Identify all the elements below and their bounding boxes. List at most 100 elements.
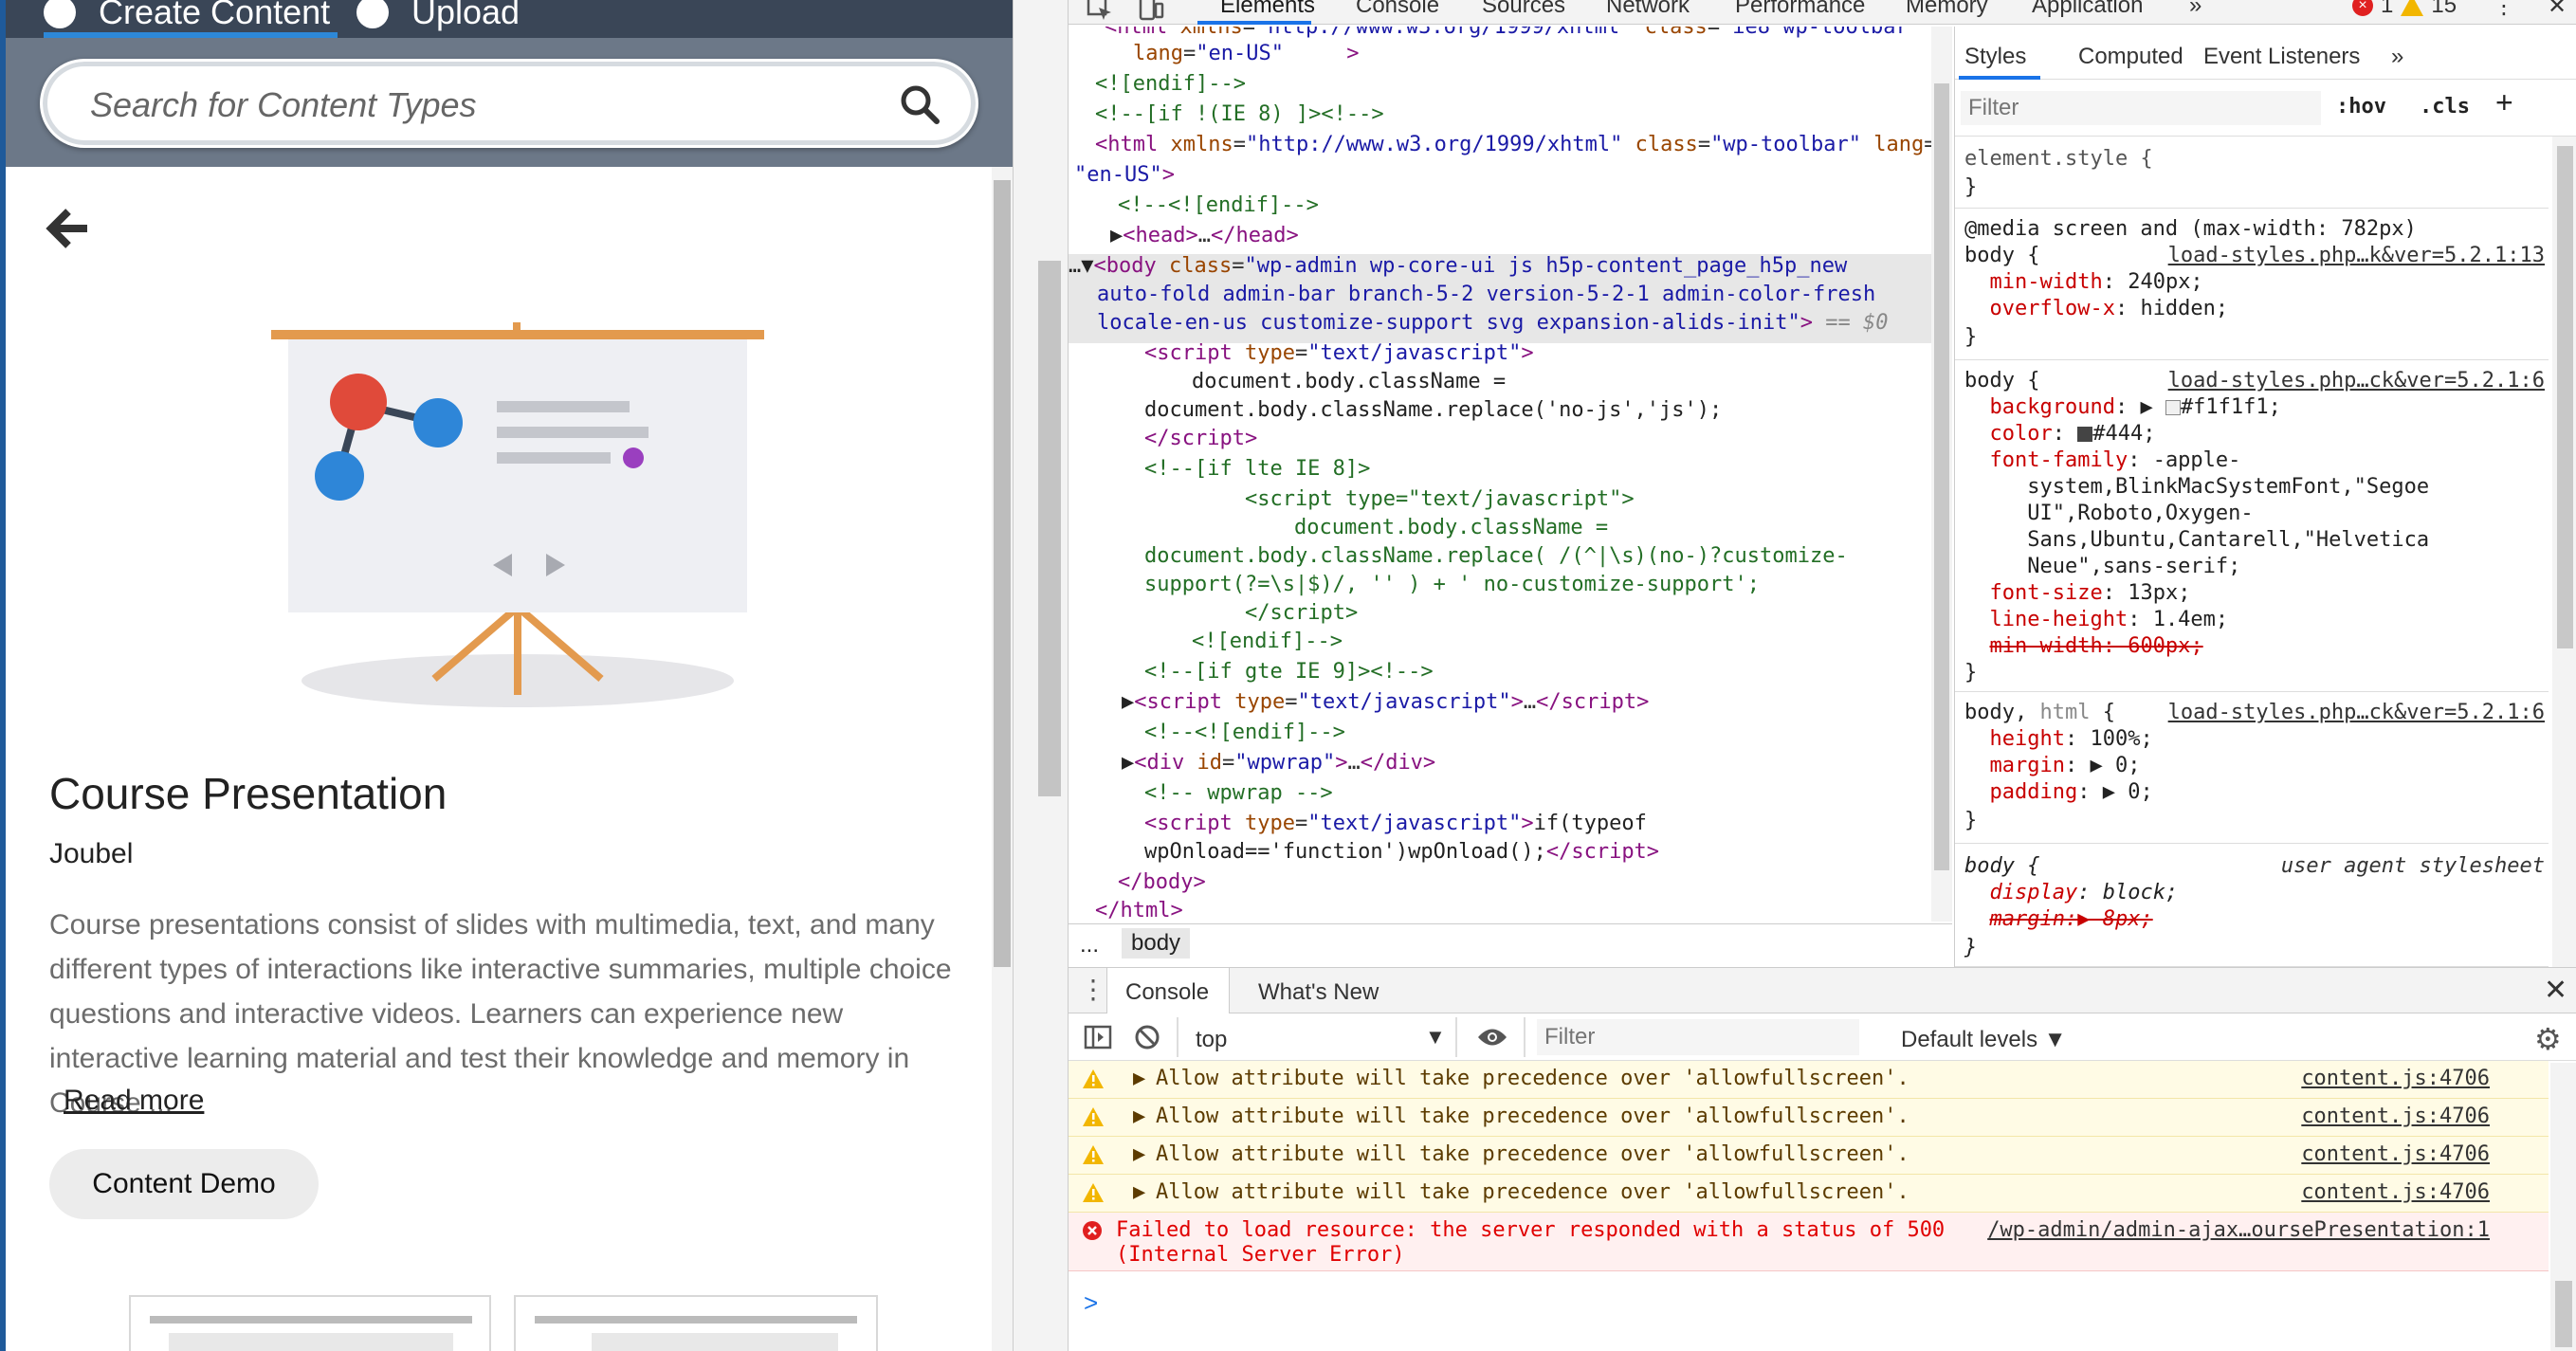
page-scrollbar[interactable] xyxy=(1013,0,1068,1351)
hov-toggle[interactable]: :hov xyxy=(2336,95,2386,119)
drawer-tab-console[interactable]: Console xyxy=(1125,979,1209,1006)
console-filter-input[interactable] xyxy=(1537,1019,1859,1055)
tab-memory[interactable]: Memory xyxy=(1906,0,1988,19)
screenshot-thumbnail[interactable] xyxy=(129,1295,491,1351)
dom-line[interactable]: "en-US"> xyxy=(1074,161,1175,190)
expand-triangle-icon[interactable]: ▶ xyxy=(1133,1142,1145,1166)
console-source-link[interactable]: content.js:4706 xyxy=(2301,1142,2490,1166)
dom-line[interactable]: <!-- wpwrap --> xyxy=(1144,779,1333,808)
tab-computed[interactable]: Computed xyxy=(2078,44,2183,70)
dom-line[interactable]: document.body.className.replace( /(^|\s)… xyxy=(1144,542,1848,571)
expand-triangle-icon[interactable]: ▶ xyxy=(1133,1105,1145,1128)
device-toolbar-icon[interactable] xyxy=(1137,0,1165,23)
dom-line[interactable]: </html> xyxy=(1095,897,1183,922)
dom-line[interactable]: <script type="text/javascript">if(typeof xyxy=(1144,810,1647,838)
dom-line[interactable]: ▶<div id="wpwrap">…</div> xyxy=(1122,749,1435,777)
back-arrow-icon[interactable] xyxy=(44,204,93,253)
dom-line[interactable]: <![endif]--> xyxy=(1095,70,1246,99)
sidebar-toggle-icon[interactable] xyxy=(1084,1025,1112,1050)
dom-line[interactable]: </script> xyxy=(1144,425,1257,453)
style-rule-element[interactable]: element.style { } xyxy=(1955,140,2549,209)
dom-line[interactable]: auto-fold admin-bar branch-5-2 version-5… xyxy=(1097,281,1875,309)
more-tabs-button[interactable]: » xyxy=(2391,44,2403,70)
scrollbar-thumb[interactable] xyxy=(2557,146,2573,648)
dom-line[interactable]: document.body.className.replace('no-js',… xyxy=(1144,396,1722,425)
cls-toggle[interactable]: .cls xyxy=(2420,95,2470,119)
content-demo-button[interactable]: Content Demo xyxy=(49,1149,319,1219)
dom-line-body-selected[interactable]: …▼<body class="wp-admin wp-core-ui js h5… xyxy=(1069,252,1847,281)
console-warning-message[interactable]: ▶ Allow attribute will take precedence ov… xyxy=(1069,1175,2549,1213)
dom-line[interactable]: ▶<script type="text/javascript">…</scrip… xyxy=(1122,688,1649,717)
dom-line[interactable]: <!--[if lte IE 8]> xyxy=(1144,455,1370,484)
dom-line[interactable]: <!--<![endif]--> xyxy=(1118,192,1319,220)
hub-scrollbar[interactable] xyxy=(992,167,1013,1351)
context-selector[interactable]: top xyxy=(1196,1027,1227,1053)
dom-line[interactable]: wpOnload=='function')wpOnload();</script… xyxy=(1144,838,1659,867)
console-source-link[interactable]: content.js:4706 xyxy=(2301,1067,2490,1090)
clear-console-icon[interactable] xyxy=(1133,1023,1161,1051)
console-warning-message[interactable]: ▶ Allow attribute will take precedence ov… xyxy=(1069,1061,2549,1099)
tab-network[interactable]: Network xyxy=(1606,0,1690,19)
drawer-tab-whats-new[interactable]: What's New xyxy=(1258,979,1379,1006)
style-rule-user-agent[interactable]: body {user agent stylesheet display: blo… xyxy=(1955,848,2549,967)
console-error-message[interactable]: Failed to load resource: the server resp… xyxy=(1069,1213,2549,1271)
scrollbar-thumb[interactable] xyxy=(2555,1281,2572,1347)
scrollbar-thumb[interactable] xyxy=(994,180,1011,967)
search-icon[interactable] xyxy=(896,81,945,130)
more-tabs-button[interactable]: » xyxy=(2189,0,2201,19)
new-rule-button[interactable]: + xyxy=(2495,85,2513,120)
console-source-link[interactable]: content.js:4706 xyxy=(2301,1105,2490,1128)
chevron-down-icon[interactable]: ▼ xyxy=(1425,1025,1446,1050)
styles-scrollbar[interactable] xyxy=(2552,137,2576,967)
dom-line[interactable]: support(?=\s|$)/, '' ) + ' no-customize-… xyxy=(1144,571,1760,599)
screenshot-thumbnail[interactable] xyxy=(514,1295,878,1351)
console-warning-message[interactable]: ▶ Allow attribute will take precedence ov… xyxy=(1069,1099,2549,1137)
dom-tree-scrollbar[interactable] xyxy=(1931,27,1952,922)
expand-triangle-icon[interactable]: ▶ xyxy=(1133,1180,1145,1204)
issue-counter[interactable]: × 1 15 xyxy=(2352,0,2457,19)
dom-line[interactable]: <html xmlns="http://www.w3.org/1999/xhtm… xyxy=(1095,131,1933,159)
tab-performance[interactable]: Performance xyxy=(1735,0,1865,19)
tab-styles[interactable]: Styles xyxy=(1964,44,2026,70)
console-source-link[interactable]: /wp-admin/admin-ajax…oursePresentation:1 xyxy=(1987,1218,2490,1242)
console-prompt[interactable]: > xyxy=(1084,1288,1098,1318)
gear-icon[interactable]: ⚙ xyxy=(2534,1021,2562,1057)
dom-line[interactable]: lang="en-US" > xyxy=(1133,40,1359,68)
style-rule-body[interactable]: body {load-styles.php…ck&ver=5.2.1:6 bac… xyxy=(1955,364,2549,692)
console-scrollbar[interactable] xyxy=(2550,1063,2576,1351)
console-source-link[interactable]: content.js:4706 xyxy=(2301,1180,2490,1204)
tab-upload[interactable]: Upload xyxy=(356,0,520,38)
breadcrumb-body[interactable]: body xyxy=(1122,928,1191,958)
dom-line[interactable]: document.body.className = xyxy=(1192,368,1506,396)
dom-line[interactable]: locale-en-us customize-support svg expan… xyxy=(1097,309,1888,338)
style-rule-body-html[interactable]: body, html {load-styles.php…ck&ver=5.2.1… xyxy=(1955,696,2549,844)
read-more-link[interactable]: Read more xyxy=(64,1085,204,1117)
dom-line-head[interactable]: ▶<head>…</head> xyxy=(1110,222,1299,250)
close-icon[interactable]: ✕ xyxy=(2548,0,2567,20)
close-drawer-icon[interactable]: ✕ xyxy=(2544,974,2567,1007)
expand-triangle-icon[interactable]: ▶ xyxy=(1133,1067,1145,1090)
scrollbar-thumb[interactable] xyxy=(1934,83,1949,870)
dom-line[interactable]: <!--[if !(IE 8) ]><!--> xyxy=(1095,100,1384,129)
tab-console[interactable]: Console xyxy=(1356,0,1439,19)
tab-elements[interactable]: Elements xyxy=(1220,0,1315,19)
dom-line[interactable]: <script type="text/javascript"> xyxy=(1144,339,1534,368)
styles-filter-input[interactable] xyxy=(1961,91,2321,125)
inspect-element-icon[interactable] xyxy=(1086,0,1114,23)
dom-line[interactable]: <!--[if gte IE 9]><!--> xyxy=(1144,658,1434,686)
dom-line[interactable]: </script> xyxy=(1245,599,1358,628)
dom-line[interactable]: </body> xyxy=(1118,868,1206,897)
scrollbar-thumb[interactable] xyxy=(1038,261,1061,796)
breadcrumb-ellipsis[interactable]: ... xyxy=(1080,932,1099,958)
tab-application[interactable]: Application xyxy=(2032,0,2143,19)
eye-icon[interactable] xyxy=(1476,1027,1508,1048)
drawer-menu-icon[interactable]: ⋮ xyxy=(1080,974,1106,1005)
kebab-menu-icon[interactable]: ⋮ xyxy=(2493,0,2515,20)
search-input[interactable] xyxy=(90,84,868,126)
dom-line[interactable]: document.body.className = xyxy=(1294,514,1608,542)
tab-event-listeners[interactable]: Event Listeners xyxy=(2203,44,2360,70)
dom-line[interactable]: <![endif]--> xyxy=(1192,628,1343,656)
tab-sources[interactable]: Sources xyxy=(1482,0,1565,19)
style-rule-media[interactable]: @media screen and (max-width: 782px) bod… xyxy=(1955,212,2549,360)
dom-line[interactable]: <!--<![endif]--> xyxy=(1144,719,1345,747)
